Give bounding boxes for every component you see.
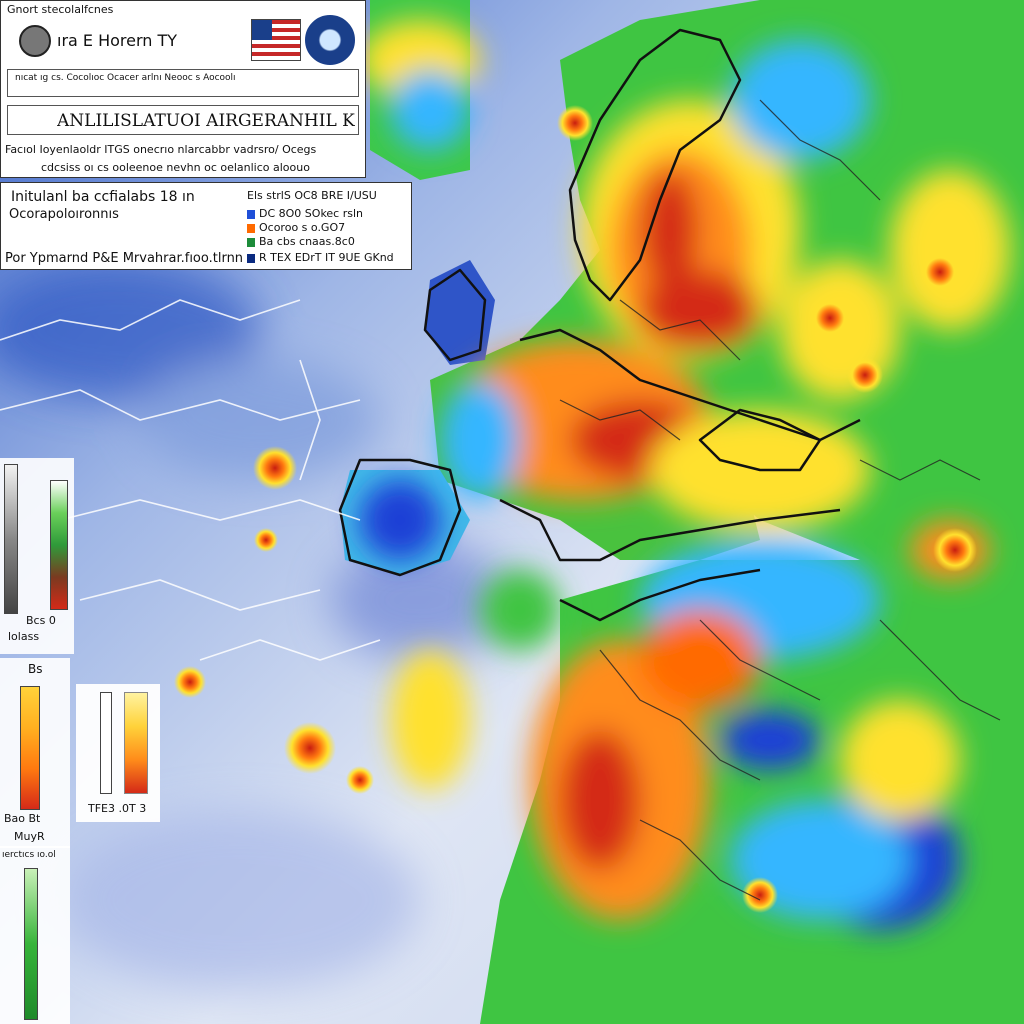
agency-name: ıra E Horern TY (57, 31, 178, 50)
legend-label-g: ıerctıcs ıo.ol (2, 850, 56, 860)
legend-swatch-1 (247, 223, 255, 233)
legend-title: Els strlS OC8 BRE I/USU (247, 189, 377, 202)
legend-item-1: Ocoroo s o.GO7 (247, 221, 345, 234)
legend-swatch-2 (247, 237, 255, 247)
legend-label-c: Bs (28, 662, 43, 676)
sub-line-2: cdcsiss oı cs ooleenoe nevhn oc oelanlic… (41, 161, 310, 174)
legend-label-d: TFE3 .0T 3 (88, 802, 147, 815)
top-label: Gnort stecolalfcnes (7, 3, 114, 16)
legend-bar-gray (4, 464, 18, 614)
info-line-1: Initulanl ba ccfialabs 18 ın (11, 189, 195, 205)
legend-item-3: R TEX EDrT IT 9UE GKnd (247, 251, 394, 264)
legend-panel-1: Bcs 0 lolass (0, 458, 74, 654)
sub-line-1: Facıol Ioyenlaoldr ITGS onecrıo nlarcabb… (5, 143, 317, 156)
info-line-2: Ocorapoloıronnıs (9, 207, 119, 222)
legend-label-e: Bao Bt (4, 812, 41, 825)
legend-bar-scale (100, 692, 112, 794)
legend-bar-green-2 (24, 868, 38, 1020)
info-panel: Initulanl ba ccfialabs 18 ın Ocorapoloır… (0, 182, 412, 270)
legend-panel-2: Bs Bao Bt MuyR (0, 658, 70, 848)
us-flag-icon (251, 19, 301, 61)
legend-item-0: DC 8O0 SOkec rsln (247, 207, 363, 220)
seal-icon (305, 15, 355, 65)
header-panel: Gnort stecolalfcnes ıra E Horern TY nıca… (0, 0, 366, 178)
emblem-icon (19, 25, 51, 57)
legend-panel-4: ıerctıcs ıo.ol (0, 846, 70, 1024)
legend-bar-warm (20, 686, 40, 810)
legend-item-2: Ba cbs cnaas.8c0 (247, 235, 355, 248)
main-title: ANLILISLATUOI AIRGERANHIL K (57, 111, 355, 131)
legend-bar-heat (124, 692, 148, 794)
legend-swatch-0 (247, 209, 255, 219)
fine-print: nıcat ıg cs. Cocolıoc Ocacer arlnı Neooc… (15, 73, 236, 83)
info-line-3: Por Ypmarnd P&E Mrvahrar.fıoo.tlrnn (5, 251, 244, 266)
legend-bar-green (50, 480, 68, 610)
legend-label-b: lolass (8, 630, 40, 643)
legend-panel-3: TFE3 .0T 3 (76, 684, 160, 822)
legend-swatch-3 (247, 253, 255, 263)
legend-label-f: MuyR (14, 830, 45, 843)
legend-label-a: Bcs 0 (26, 614, 56, 627)
